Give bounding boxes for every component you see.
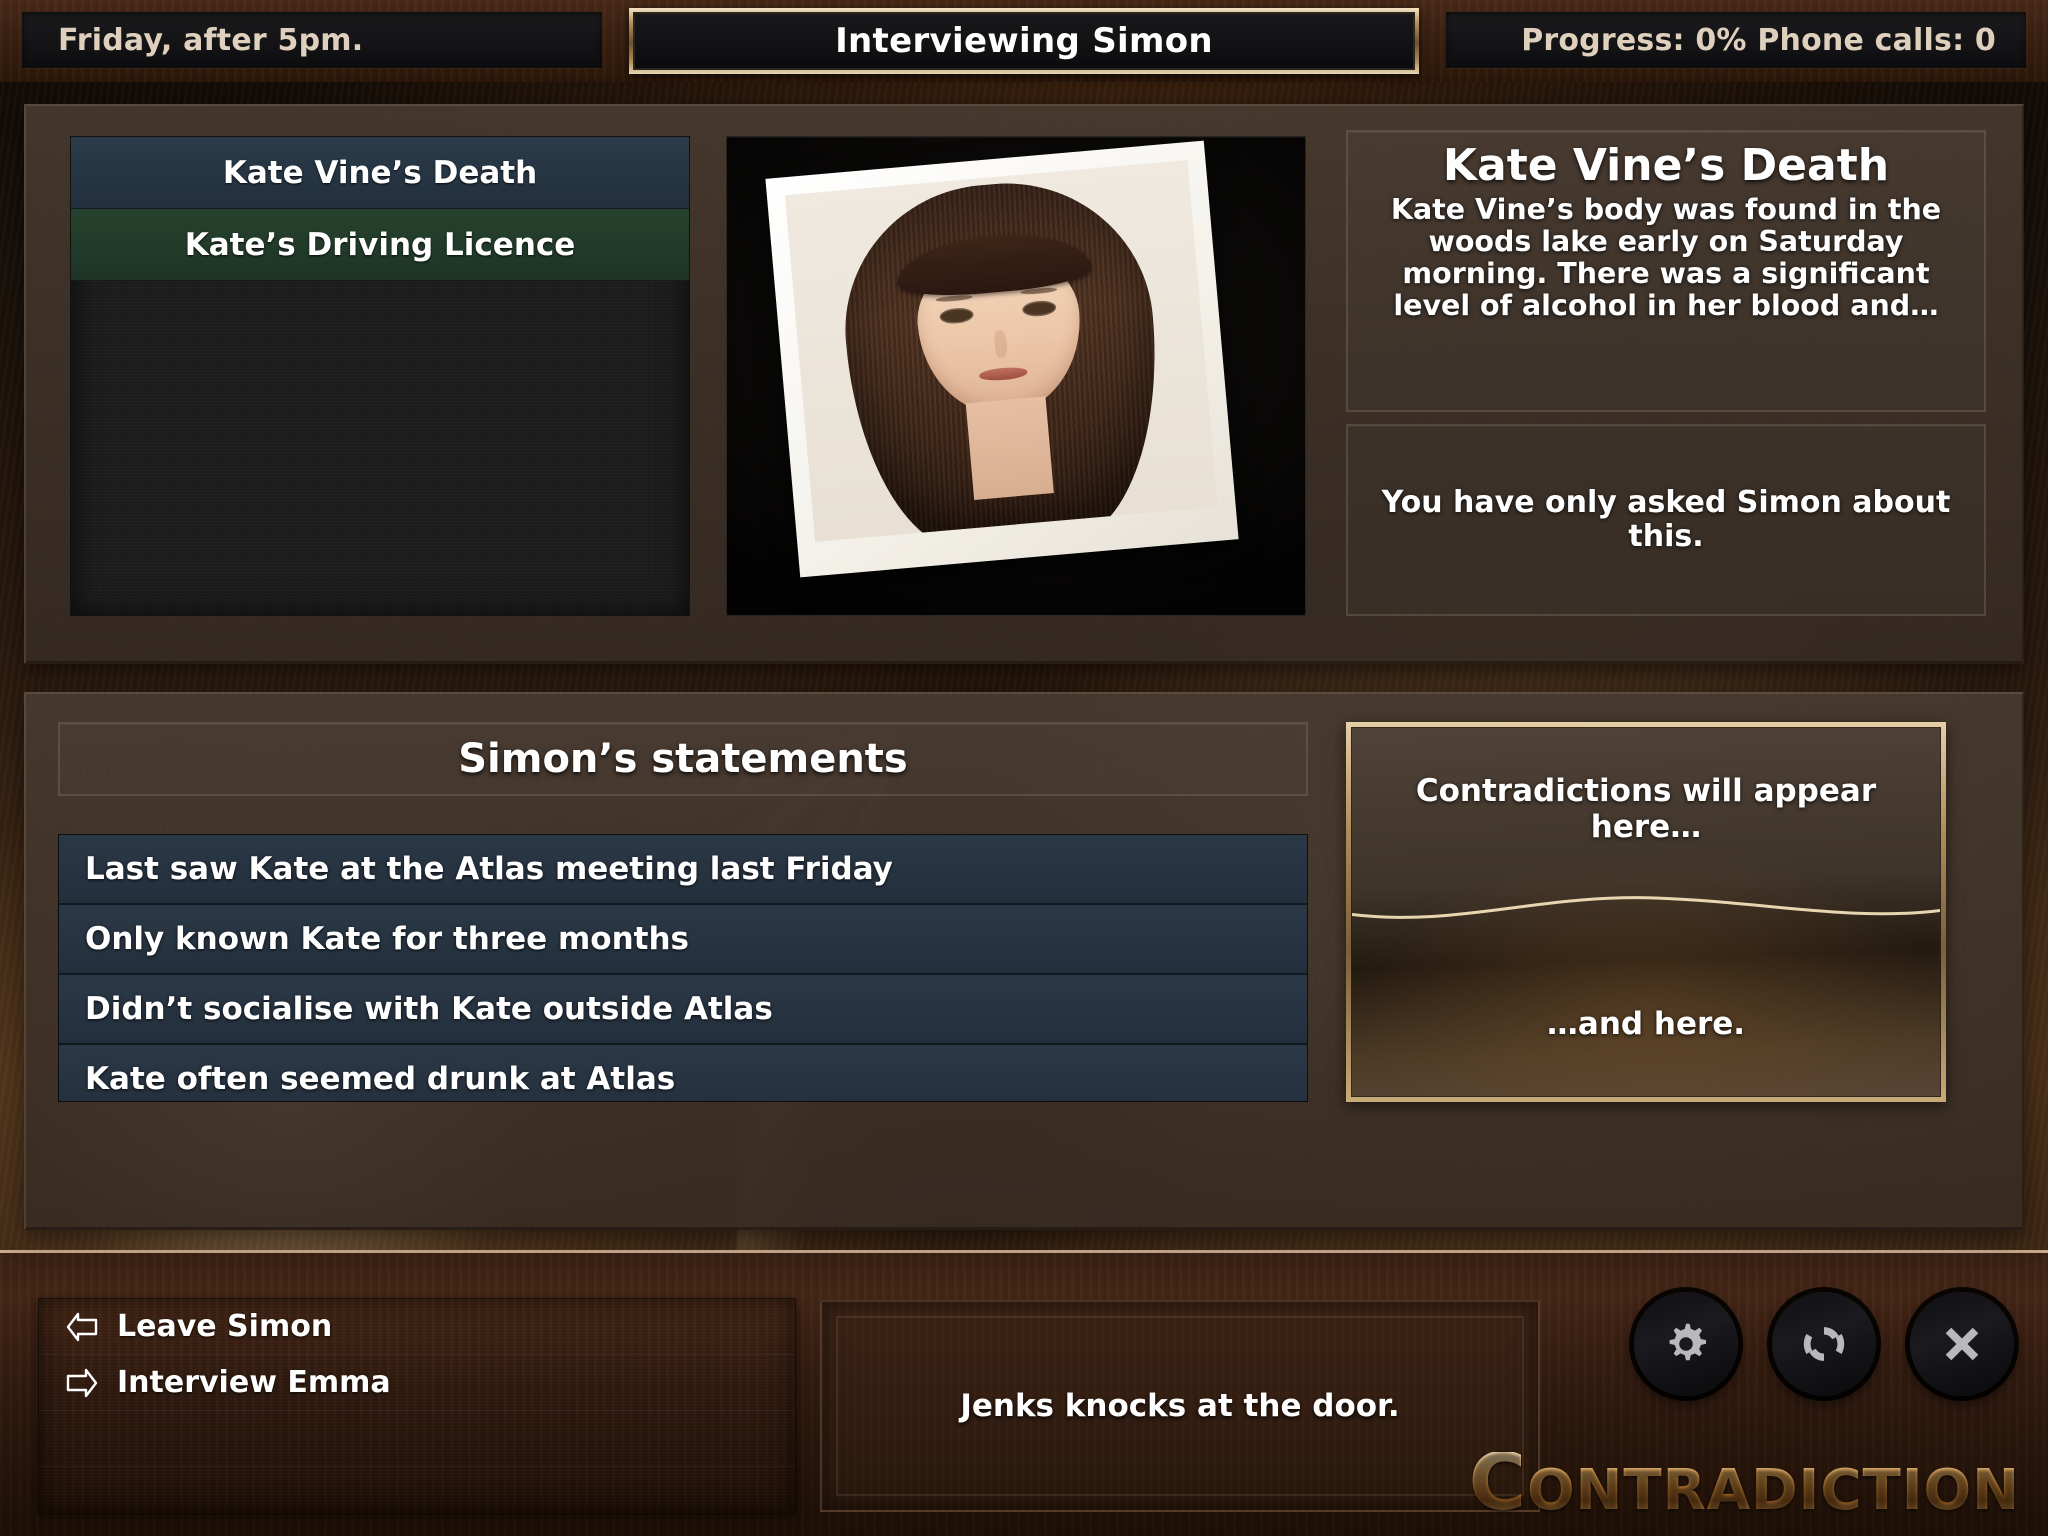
statements-panel: Simon’s statements Last saw Kate at the … (24, 692, 2024, 1230)
photo-neck (965, 396, 1055, 501)
portrait-photo (784, 160, 1218, 542)
contradictions-box[interactable]: Contradictions will appear here… …and he… (1346, 722, 1946, 1102)
statements-header: Simon’s statements (58, 722, 1308, 796)
game-screen: Friday, after 5pm. Interviewing Simon Pr… (0, 0, 2048, 1536)
arrow-left-icon (66, 1312, 98, 1341)
action-row-empty (39, 1467, 795, 1513)
statement-label: Kate often seemed drunk at Atlas (85, 1061, 676, 1097)
action-leave-simon[interactable]: Leave Simon (39, 1299, 795, 1355)
contradiction-slot-a: Contradictions will appear here… (1415, 773, 1877, 845)
action-label: Leave Simon (117, 1309, 333, 1344)
refresh-icon (1803, 1327, 1845, 1361)
actions-list[interactable]: Leave Simon Interview Emma (38, 1298, 796, 1514)
progress-status-box: Progress: 0% Phone calls: 0 (1446, 12, 2026, 68)
game-logo: C ONTRADICTION (1468, 1437, 2020, 1528)
close-button[interactable] (1897, 1279, 2027, 1409)
evidence-item-label: Kate’s Driving Licence (184, 226, 576, 263)
case-asked-status: You have only asked Simon about this. (1381, 484, 1951, 554)
time-label: Friday, after 5pm. (58, 22, 364, 58)
top-status-bar: Friday, after 5pm. Interviewing Simon Pr… (0, 0, 2048, 82)
gear-icon (1669, 1323, 1707, 1361)
contradiction-slot-b: …and here. (1546, 1006, 1746, 1042)
statement-row[interactable]: Kate often seemed drunk at Atlas (59, 1045, 1307, 1101)
case-body-text: Kate Vine’s body was found in the woods … (1390, 192, 1942, 323)
statement-label: Only known Kate for three months (85, 921, 690, 957)
page-title: Interviewing Simon (835, 21, 1213, 61)
narration-text: Jenks knocks at the door. (960, 1388, 1400, 1424)
logo-rest: ONTRADICTION (1526, 1457, 2020, 1523)
control-buttons (1621, 1279, 2027, 1409)
settings-button[interactable] (1621, 1279, 1751, 1409)
contradiction-divider-wave (1352, 896, 1940, 919)
action-label: Interview Emma (117, 1365, 391, 1400)
logo-first-letter: C (1468, 1437, 1527, 1528)
close-x-icon (1945, 1327, 1979, 1361)
progress-and-calls-label: Progress: 0% Phone calls: 0 (1521, 22, 1996, 58)
replay-button[interactable] (1759, 1279, 1889, 1409)
arrow-right-icon (66, 1368, 98, 1397)
polaroid-photo (765, 140, 1239, 578)
evidence-item-kate-vines-death[interactable]: Kate Vine’s Death (71, 137, 689, 209)
case-description-box: Kate Vine’s Death Kate Vine’s body was f… (1346, 130, 1986, 412)
action-row-empty (39, 1411, 795, 1467)
statements-list[interactable]: Last saw Kate at the Atlas meeting last … (58, 834, 1308, 1102)
time-status-box: Friday, after 5pm. (22, 12, 602, 68)
statement-row[interactable]: Only known Kate for three months (59, 905, 1307, 975)
statement-row[interactable]: Didn’t socialise with Kate outside Atlas (59, 975, 1307, 1045)
evidence-item-kates-driving-licence[interactable]: Kate’s Driving Licence (71, 209, 689, 281)
statement-label: Last saw Kate at the Atlas meeting last … (85, 851, 893, 887)
screen-title-frame: Interviewing Simon (629, 8, 1419, 74)
evidence-item-label: Kate Vine’s Death (222, 154, 538, 191)
statement-label: Didn’t socialise with Kate outside Atlas (85, 991, 773, 1027)
statements-title: Simon’s statements (458, 736, 908, 782)
statement-row[interactable]: Last saw Kate at the Atlas meeting last … (59, 835, 1307, 905)
evidence-panel: Kate Vine’s Death Kate’s Driving Licence (24, 104, 2024, 664)
action-interview-emma[interactable]: Interview Emma (39, 1355, 795, 1411)
screen-title-inner: Interviewing Simon (633, 12, 1415, 70)
contradictions-inner: Contradictions will appear here… …and he… (1351, 727, 1941, 1097)
case-asked-status-box: You have only asked Simon about this. (1346, 424, 1986, 616)
narration-box: Jenks knocks at the door. (820, 1300, 1540, 1512)
evidence-list[interactable]: Kate Vine’s Death Kate’s Driving Licence (70, 136, 690, 616)
evidence-photo-box (726, 136, 1306, 616)
case-title: Kate Vine’s Death (1442, 140, 1890, 191)
